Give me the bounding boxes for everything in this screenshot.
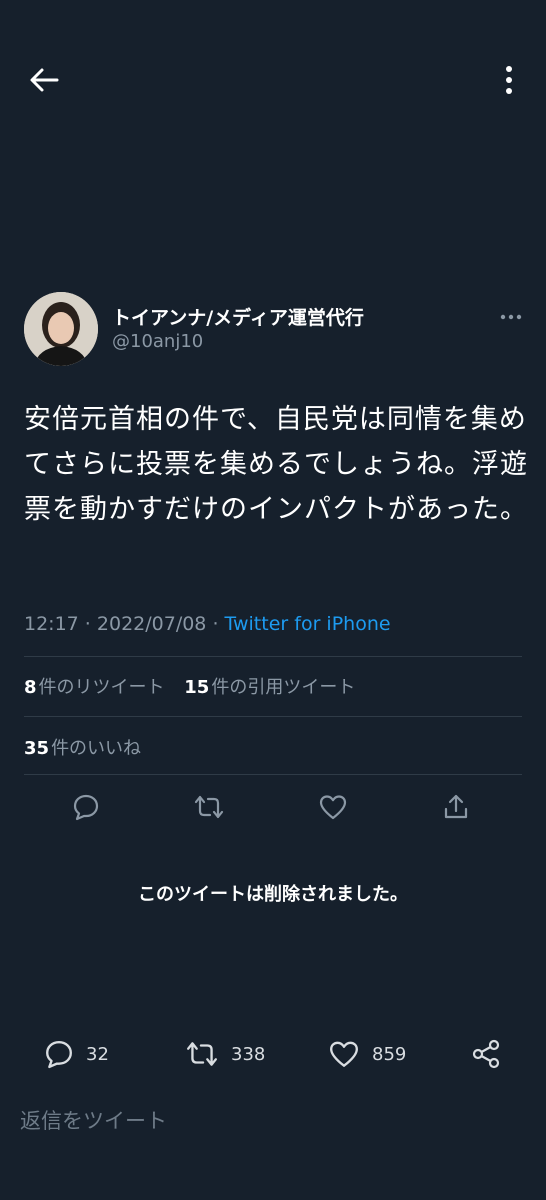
- retweets-label: 件のリツイート: [38, 677, 165, 698]
- meta-separator: ·: [206, 613, 225, 635]
- retweet-icon: [194, 795, 224, 819]
- vertical-ellipsis-icon: [506, 66, 512, 94]
- tweet-actions: [0, 785, 546, 829]
- heart-icon: [319, 795, 347, 820]
- reply-input[interactable]: [18, 1100, 522, 1142]
- tweet-text: 安倍元首相の件で、自民党は同情を集めてさらに投票を集めるでしょうね。浮遊票を動か…: [24, 404, 528, 525]
- quotes-count: 15: [184, 677, 210, 698]
- back-button[interactable]: [24, 60, 64, 100]
- stats-row-retweets: 8 件のリツイート 15 件の引用ツイート: [24, 673, 369, 699]
- tweet-source-link[interactable]: Twitter for iPhone: [225, 613, 391, 635]
- like-count: 859: [372, 1043, 407, 1065]
- user-handle[interactable]: @10anj10: [112, 331, 203, 352]
- likes-count: 35: [24, 738, 50, 759]
- bottom-like-button[interactable]: 859: [328, 1036, 406, 1072]
- quotes-label: 件の引用ツイート: [211, 677, 356, 698]
- bottom-action-bar: 32 338 859: [0, 1030, 546, 1080]
- divider: [24, 716, 522, 717]
- divider: [24, 774, 522, 775]
- like-button[interactable]: [311, 785, 355, 829]
- tweet-date: 2022/07/08: [96, 613, 207, 635]
- quotes-stat[interactable]: 15 件の引用ツイート: [184, 677, 355, 698]
- more-options-button[interactable]: [494, 60, 524, 100]
- horizontal-ellipsis-icon: [500, 314, 522, 320]
- retweet-icon: [187, 1042, 217, 1066]
- display-name[interactable]: トイアンナ/メディア運営代行: [112, 303, 364, 330]
- share-icon: [444, 794, 468, 819]
- stats-row-likes: 35 件のいいね: [24, 734, 155, 760]
- share-nodes-icon: [472, 1039, 500, 1069]
- tweet-more-button[interactable]: [500, 305, 522, 324]
- top-bar: [0, 0, 546, 160]
- likes-stat[interactable]: 35 件のいいね: [24, 738, 141, 759]
- retweets-stat[interactable]: 8 件のリツイート: [24, 677, 165, 698]
- arrow-left-icon: [30, 68, 59, 92]
- likes-label: 件のいいね: [51, 738, 142, 759]
- deleted-tweet-notice: このツイートは削除されました。: [138, 884, 408, 905]
- avatar[interactable]: [24, 292, 98, 366]
- meta-separator: ·: [78, 613, 97, 635]
- share-button[interactable]: [434, 785, 478, 829]
- reply-button[interactable]: [64, 785, 108, 829]
- bottom-retweet-button[interactable]: 338: [185, 1036, 265, 1072]
- heart-icon: [330, 1041, 358, 1067]
- divider: [24, 656, 522, 657]
- retweets-count: 8: [24, 677, 37, 698]
- retweet-button[interactable]: [187, 785, 231, 829]
- reply-icon: [73, 794, 99, 821]
- bottom-reply-button[interactable]: 32: [44, 1036, 109, 1072]
- bottom-share-button[interactable]: [470, 1036, 502, 1072]
- reply-icon: [46, 1041, 72, 1069]
- tweet-meta: 12:17 · 2022/07/08 · Twitter for iPhone: [24, 613, 391, 635]
- tweet-time: 12:17: [24, 613, 79, 635]
- reply-count: 32: [86, 1043, 109, 1065]
- avatar-image: [24, 292, 98, 366]
- retweet-count: 338: [231, 1043, 266, 1065]
